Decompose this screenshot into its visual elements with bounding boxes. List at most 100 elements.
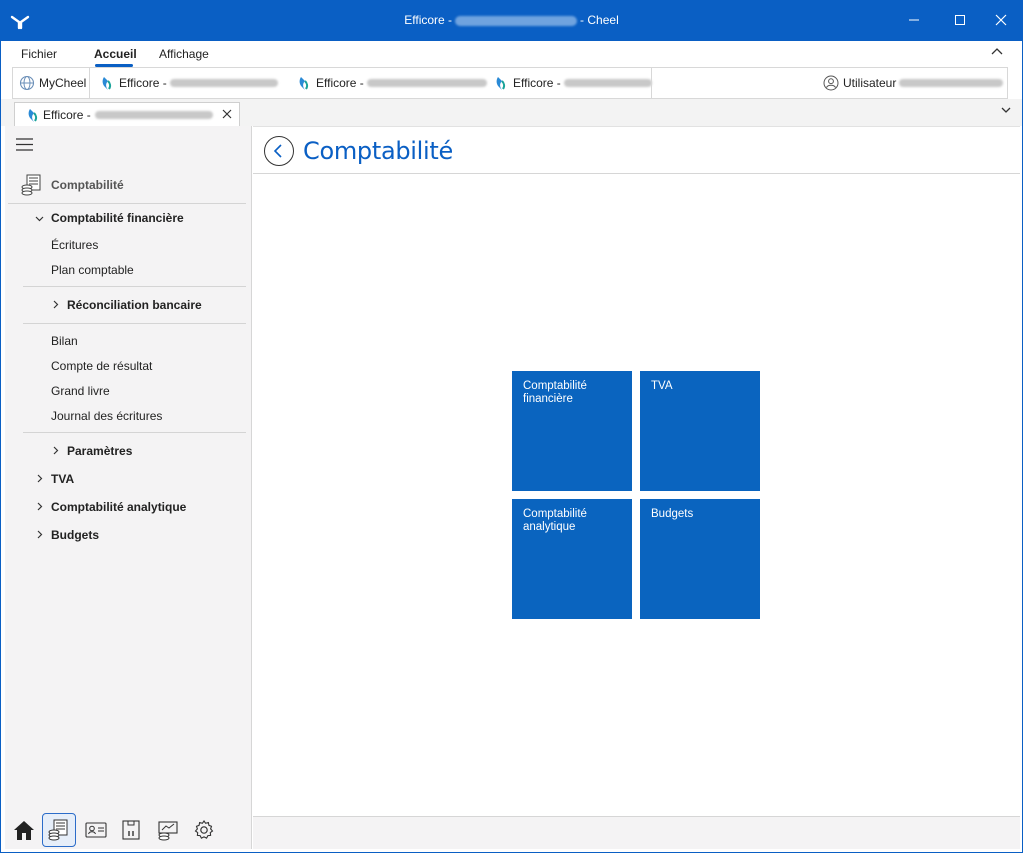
sidebar-item-grand-livre[interactable]: Grand livre [51, 384, 110, 398]
efficore-icon [102, 77, 112, 90]
user-menu[interactable]: Utilisateur [823, 68, 1004, 98]
divider [23, 432, 246, 433]
globe-icon [19, 75, 35, 91]
sidebar-item-plan-comptable[interactable]: Plan comptable [51, 263, 134, 277]
page-header: Comptabilité [253, 126, 1020, 174]
chevron-right-icon [53, 446, 59, 455]
redacted-text [94, 110, 213, 119]
sidebar-item-comptabilite-analytique[interactable]: Comptabilité analytique [51, 500, 186, 514]
tile-comptabilite-financiere[interactable]: Comptabilité financière [512, 371, 632, 491]
user-icon [823, 75, 839, 91]
settings-button[interactable] [187, 813, 221, 847]
page-title: Comptabilité [303, 137, 453, 165]
divider [23, 323, 246, 324]
document-tab-label: Efficore - [43, 107, 91, 122]
maximize-button[interactable] [947, 8, 973, 34]
accounting-icon [21, 174, 41, 196]
chevron-right-icon [37, 530, 43, 539]
sidebar-item-journal-des-ecritures[interactable]: Journal des écritures [51, 409, 162, 423]
mycheel-label: MyCheel [39, 76, 87, 90]
chevron-right-icon [53, 300, 59, 309]
home-button[interactable] [7, 813, 41, 847]
close-tab-icon[interactable] [221, 108, 233, 120]
window-title-suffix: - Cheel [580, 13, 619, 27]
document-tab-bar: Efficore - [0, 99, 1023, 126]
home-icon [14, 821, 34, 840]
tile-label-line2: analytique [523, 521, 576, 533]
coins-icon [158, 821, 178, 841]
efficore-icon [496, 77, 506, 90]
sidebar-item-bilan[interactable]: Bilan [51, 334, 78, 348]
close-icon [995, 14, 1007, 26]
status-bar [253, 816, 1020, 849]
minimize-icon [909, 19, 919, 21]
redacted-text [366, 79, 487, 87]
chevron-down-icon [35, 216, 44, 222]
chevron-right-icon [37, 474, 43, 483]
tile-label-line1: Comptabilité [523, 508, 587, 520]
tile-tva[interactable]: TVA [640, 371, 760, 491]
window-title: Efficore - - Cheel [0, 13, 1023, 27]
close-window-button[interactable] [988, 8, 1014, 34]
separator [89, 68, 90, 98]
efficore-tab-1-label: Efficore - [119, 76, 167, 90]
redacted-text [563, 79, 652, 87]
redacted-text [169, 79, 278, 87]
efficore-tab-3[interactable]: Efficore - [493, 68, 652, 98]
settings-icon [194, 820, 214, 839]
main-content: Comptabilité Comptabilité financière TVA… [253, 126, 1020, 849]
window-title-prefix: Efficore - [404, 13, 453, 27]
menu-fichier[interactable]: Fichier [21, 47, 57, 61]
sidebar-section-title: Comptabilité [51, 178, 124, 192]
menu-affichage[interactable]: Affichage [159, 47, 209, 61]
sidebar-section-header: Comptabilité [20, 173, 124, 197]
efficore-tab-3-label: Efficore - [513, 76, 561, 90]
chevron-left-icon [273, 144, 282, 158]
document-tab[interactable]: Efficore - [14, 102, 240, 126]
back-button[interactable] [264, 136, 294, 166]
title-bar: Efficore - - Cheel [0, 0, 1023, 41]
sidebar-item-comptabilite-financiere[interactable]: Comptabilité financière [51, 211, 184, 225]
divider [23, 286, 246, 287]
sidebar-item-reconciliation-bancaire[interactable]: Réconciliation bancaire [67, 298, 202, 312]
sidebar-item-parametres[interactable]: Paramètres [67, 444, 132, 458]
accounting-module-button[interactable] [42, 813, 76, 847]
tile-label-line1: Budgets [651, 508, 694, 520]
module-bar [5, 809, 252, 849]
divider [8, 203, 246, 204]
sidebar-item-ecritures[interactable]: Écritures [51, 238, 98, 252]
accounting-icon [48, 819, 68, 841]
chevron-down-icon[interactable] [1001, 106, 1011, 114]
mycheel-tab[interactable]: MyCheel [19, 68, 86, 98]
tile-label-line1: TVA [651, 380, 673, 392]
finance-module-button[interactable] [151, 813, 185, 847]
quick-access-bar: MyCheel Efficore - Efficore - Efficore -… [12, 67, 1008, 99]
efficore-icon [28, 108, 38, 122]
redacted-text [899, 79, 1004, 87]
maximize-icon [955, 15, 965, 25]
tile-budgets[interactable]: Budgets [640, 499, 760, 619]
chevron-right-icon [37, 502, 43, 511]
minimize-button[interactable] [901, 8, 927, 34]
navigation-sidebar: Comptabilité Comptabilité financière Écr… [5, 126, 252, 849]
contacts-icon [85, 822, 107, 838]
contacts-module-button[interactable] [79, 813, 113, 847]
user-label: Utilisateur [843, 76, 897, 90]
menu-accueil[interactable]: Accueil [94, 47, 137, 61]
hamburger-menu-icon[interactable] [16, 138, 33, 151]
documents-module-button[interactable] [114, 813, 148, 847]
collapse-ribbon-icon[interactable] [991, 46, 1003, 58]
efficore-tab-1[interactable]: Efficore - [99, 68, 278, 98]
redacted-text [455, 15, 578, 26]
sidebar-item-tva[interactable]: TVA [51, 472, 74, 486]
efficore-icon [299, 77, 309, 90]
efficore-tab-2-label: Efficore - [316, 76, 364, 90]
separator [651, 68, 652, 98]
sidebar-item-budgets[interactable]: Budgets [51, 528, 99, 542]
tile-label-line1: Comptabilité [523, 380, 587, 392]
document-icon [122, 820, 140, 840]
efficore-tab-2[interactable]: Efficore - [296, 68, 487, 98]
sidebar-item-compte-de-resultat[interactable]: Compte de résultat [51, 359, 152, 373]
tile-label-line2: financière [523, 393, 573, 405]
tile-comptabilite-analytique[interactable]: Comptabilité analytique [512, 499, 632, 619]
